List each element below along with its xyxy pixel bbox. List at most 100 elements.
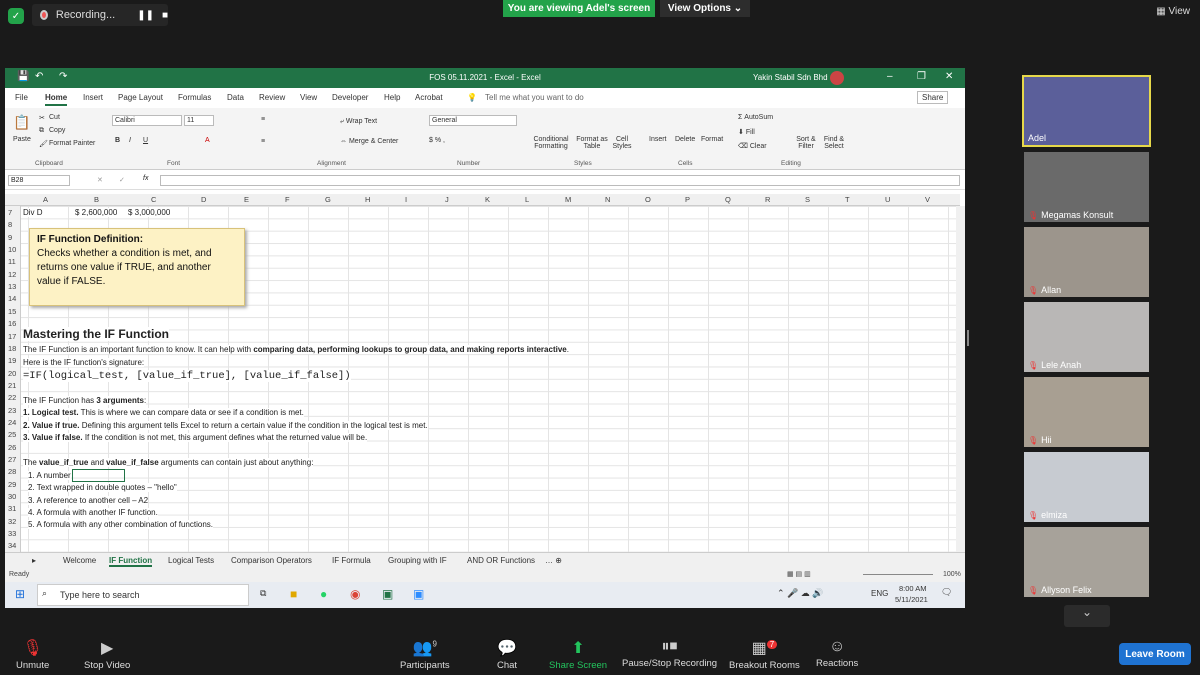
sheet-tab-if-function[interactable]: IF Function [109, 556, 153, 567]
row-header[interactable]: 22 [8, 393, 16, 402]
row-header[interactable]: 23 [8, 406, 16, 415]
font-size-box[interactable]: 11 [184, 115, 214, 126]
cell-a19[interactable]: Here is the IF function's signature: [23, 358, 145, 367]
column-header[interactable]: B [94, 195, 99, 204]
leave-room-button[interactable]: Leave Room [1119, 643, 1191, 665]
column-header[interactable]: E [244, 195, 249, 204]
taskbar-search[interactable]: Type here to search [37, 584, 249, 606]
find-select-button[interactable]: Find & Select [819, 136, 849, 150]
sheet-tab-and-or[interactable]: AND OR Functions [467, 556, 535, 565]
row-header[interactable]: 10 [8, 245, 16, 254]
row-header[interactable]: 34 [8, 541, 16, 550]
row-header[interactable]: 13 [8, 282, 16, 291]
column-header[interactable]: V [925, 195, 930, 204]
tab-nav-icon[interactable]: ▸ [32, 556, 36, 565]
participant-tile[interactable]: 🎙 Lele Anah [1024, 302, 1149, 372]
maximize-icon[interactable]: ❐ [917, 71, 926, 82]
tab-formulas[interactable]: Formulas [178, 93, 211, 102]
insert-cells-button[interactable]: Insert [649, 136, 667, 143]
enter-icon[interactable]: ✓ [119, 176, 125, 184]
tray-icons[interactable]: ⌃ 🎤 ☁ 🔊 [777, 588, 823, 599]
participant-tile[interactable]: 🎙 Allyson Felix [1024, 527, 1149, 597]
avatar[interactable] [830, 71, 844, 85]
sheet-tab-comparison-operators[interactable]: Comparison Operators [231, 556, 312, 565]
task-view-icon[interactable]: ⧉ [260, 588, 266, 599]
view-options-button[interactable]: View Options ⌄ [660, 0, 750, 17]
row-header[interactable]: 24 [8, 418, 16, 427]
row-header[interactable]: 7 [8, 208, 12, 217]
copy-button[interactable]: Copy [49, 127, 65, 134]
tell-me-search[interactable]: Tell me what you want to do [485, 93, 584, 102]
cell-a27[interactable]: The value_if_true and value_if_false arg… [23, 458, 314, 467]
panel-divider[interactable] [967, 330, 969, 346]
fill-button[interactable]: ⬇ Fill [738, 128, 755, 136]
minimize-icon[interactable]: – [887, 71, 893, 82]
chat-button[interactable]: 💬 Chat [497, 638, 517, 671]
row-header[interactable]: 33 [8, 529, 16, 538]
sheet-heading[interactable]: Mastering the IF Function [23, 327, 169, 341]
cancel-icon[interactable]: ✕ [97, 176, 103, 184]
participant-tile[interactable]: 🎙 Megamas Konsult [1024, 152, 1149, 222]
paste-icon[interactable]: 📋 [13, 114, 30, 131]
row-header[interactable]: 8 [8, 220, 12, 229]
cell-a18[interactable]: The IF Function is an important function… [23, 345, 569, 354]
cut-button[interactable]: Cut [49, 114, 60, 121]
underline-button[interactable]: U [143, 137, 148, 144]
tab-file[interactable]: File [15, 93, 28, 102]
row-header[interactable]: 9 [8, 233, 12, 242]
row-header[interactable]: 32 [8, 517, 16, 526]
chrome-icon[interactable]: ◉ [350, 587, 360, 601]
row-header[interactable]: 25 [8, 430, 16, 439]
row-header[interactable]: 12 [8, 270, 16, 279]
formula-input[interactable] [160, 175, 960, 186]
accounting-format-icon[interactable]: $ % , [429, 137, 445, 144]
row-header[interactable]: 20 [8, 369, 16, 378]
stop-recording-icon[interactable]: ■ [162, 10, 168, 21]
align-left-icon[interactable]: ≡ [261, 138, 265, 145]
column-header[interactable]: Q [725, 195, 731, 204]
row-header[interactable]: 31 [8, 504, 16, 513]
tab-insert[interactable]: Insert [83, 93, 103, 102]
tab-review[interactable]: Review [259, 93, 285, 102]
cell-a20[interactable]: =IF(logical_test, [value_if_true], [valu… [23, 370, 351, 382]
sheet-tab-logical-tests[interactable]: Logical Tests [168, 556, 214, 565]
list-item[interactable]: 5. A formula with any other combination … [28, 520, 213, 529]
zoom-slider[interactable] [863, 574, 933, 575]
paste-button[interactable]: Paste [13, 136, 31, 143]
cell-b7[interactable]: $ 2,600,000 [75, 208, 118, 217]
wrap-text-button[interactable]: ⤶ Wrap Text [340, 118, 377, 126]
row-header[interactable]: 16 [8, 319, 16, 328]
breakout-rooms-button[interactable]: ▦ 7 Breakout Rooms [729, 638, 800, 671]
column-header[interactable]: H [365, 195, 370, 204]
zoom-app-icon[interactable]: ▣ [413, 587, 424, 601]
row-header[interactable]: 28 [8, 467, 16, 476]
column-header[interactable]: P [685, 195, 690, 204]
pause-recording-icon[interactable]: ❚❚ [137, 10, 154, 21]
participant-tile[interactable]: Adel [1022, 75, 1151, 147]
cell-a25[interactable]: 3. Value if false. If the condition is n… [23, 433, 368, 442]
tab-home[interactable]: Home [45, 93, 68, 106]
column-header[interactable]: G [325, 195, 331, 204]
list-item[interactable]: 2. Text wrapped in double quotes – "hell… [28, 483, 177, 492]
cut-icon[interactable]: ✂ [39, 114, 45, 122]
sheet-tab-grouping[interactable]: Grouping with IF [388, 556, 447, 565]
participant-tile[interactable]: 🎙 Allan [1024, 227, 1149, 297]
list-item[interactable]: 3. A reference to another cell – A2 [28, 496, 149, 505]
align-top-icon[interactable]: ≡ [261, 116, 265, 123]
tab-developer[interactable]: Developer [332, 93, 368, 102]
more-tabs-icon[interactable]: … ⊕ [545, 556, 562, 565]
vertical-scrollbar[interactable] [956, 206, 965, 552]
cell-a7[interactable]: Div D [23, 208, 43, 217]
column-header[interactable]: O [645, 195, 651, 204]
bold-button[interactable]: B [115, 137, 120, 144]
format-painter-button[interactable]: Format Painter [49, 140, 95, 147]
font-name-box[interactable]: Calibri [112, 115, 182, 126]
italic-button[interactable]: I [129, 137, 131, 144]
participant-tile[interactable]: 🎙 Hii [1024, 377, 1149, 447]
tab-data[interactable]: Data [227, 93, 244, 102]
number-format-box[interactable]: General [429, 115, 517, 126]
row-header[interactable]: 21 [8, 381, 16, 390]
row-header[interactable]: 14 [8, 294, 16, 303]
column-header[interactable]: L [525, 195, 529, 204]
cell-a23[interactable]: 1. Logical test. This is where we can co… [23, 408, 304, 417]
